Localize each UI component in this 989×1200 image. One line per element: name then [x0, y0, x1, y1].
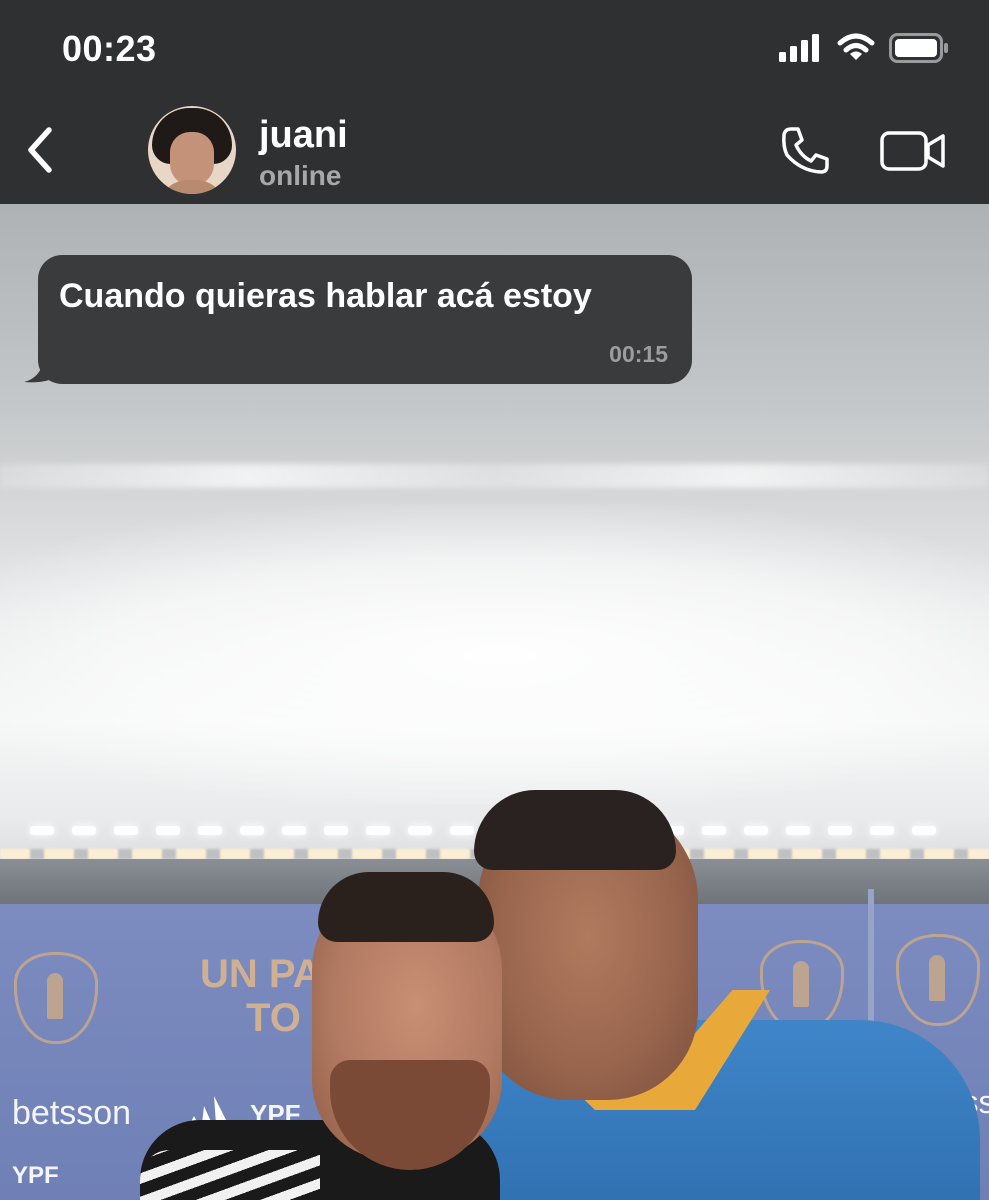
message-timestamp: 00:15: [609, 341, 668, 367]
sponsor-logo: betsson: [12, 1094, 132, 1132]
stadium-roof: [0, 464, 989, 488]
wifi-icon: [837, 33, 875, 60]
signal-icon: [779, 34, 819, 62]
back-button[interactable]: [18, 120, 62, 180]
sponsor-logo: YPF: [12, 1162, 59, 1189]
banner-text-line1: UN PA: [200, 952, 322, 996]
phone-icon: [782, 127, 829, 174]
stadium-fog: [0, 504, 989, 804]
avatar[interactable]: [148, 106, 236, 194]
contact-status: online: [259, 160, 342, 191]
person-left-hair: [318, 872, 494, 942]
status-time: 00:23: [62, 28, 157, 69]
video-call-button[interactable]: [878, 124, 948, 178]
chat-header: juani online: [0, 100, 989, 204]
battery-icon: [889, 33, 948, 63]
video-camera-icon: [880, 131, 945, 171]
message-bubble[interactable]: Cuando quieras hablar acá estoy 00:15: [38, 255, 692, 384]
person-right-hair: [474, 790, 676, 870]
status-icons: [779, 30, 949, 66]
chevron-left-icon: [28, 127, 52, 173]
voice-call-button[interactable]: [776, 122, 834, 180]
person-left-shirt-stripes: [140, 1150, 320, 1200]
status-bar: 00:23: [0, 0, 989, 100]
contact-name[interactable]: juani: [259, 114, 348, 157]
banner-text-line2: TO: [246, 996, 301, 1040]
message-text: Cuando quieras hablar acá estoy: [59, 277, 592, 315]
chat-screen: UN PA TO betsson YPF YPF betss 00:23: [0, 0, 989, 1200]
